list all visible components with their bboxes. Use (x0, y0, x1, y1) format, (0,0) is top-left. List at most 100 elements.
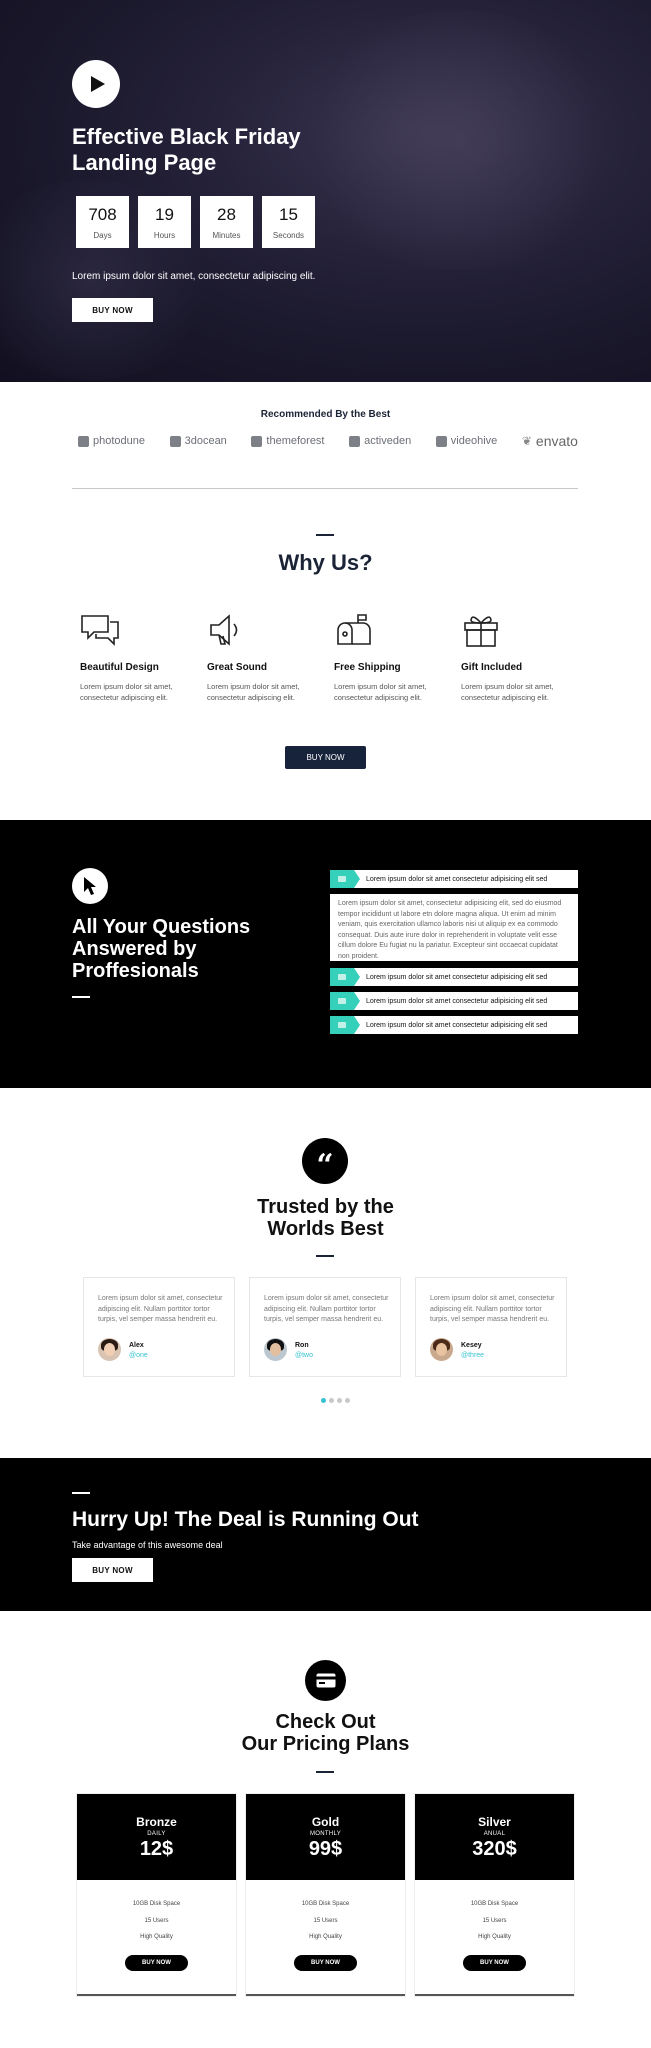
plan-feature: 10GB Disk Space (132, 1901, 181, 1907)
countdown-label: Seconds (272, 230, 305, 240)
avatar (98, 1338, 121, 1361)
testimonial-handle[interactable]: @one (129, 1352, 148, 1359)
pricing-title-line-1: Check Out (275, 1711, 376, 1733)
faq-title: All Your Questions Answered by Proffesio… (72, 916, 251, 982)
faq-tag-icon (330, 968, 360, 986)
play-video-button[interactable] (72, 60, 120, 108)
3docean-logo[interactable]: 3docean (169, 435, 227, 447)
photodune-logo-icon (78, 435, 89, 447)
testimonial-handle[interactable]: @three (461, 1352, 484, 1359)
pricing-title: Check Out Our Pricing Plans (0, 1711, 651, 1755)
chat-bubbles-icon (81, 615, 119, 646)
quote-icon: “ (302, 1138, 348, 1184)
feature-free-shipping: Free Shipping Lorem ipsum dolor sit amet… (334, 612, 444, 703)
testimonials-title: Trusted by the Worlds Best (257, 1196, 394, 1240)
activeden-logo[interactable]: activeden (349, 435, 411, 447)
feature-great-sound: Great Sound Lorem ipsum dolor sit amet, … (207, 612, 317, 703)
activeden-logo-icon (349, 435, 361, 447)
plan-feature: 15 Users (144, 1918, 169, 1924)
testimonial-card: Lorem ipsum dolor sit amet, consectetur … (83, 1277, 235, 1377)
countdown-label: Days (93, 230, 112, 240)
faq-item-3[interactable]: Lorem ipsum dolor sit amet consectetur a… (330, 992, 578, 1010)
faq-item-label: Lorem ipsum dolor sit amet consectetur a… (366, 973, 548, 981)
play-icon (90, 76, 105, 92)
deal-buy-now-button[interactable]: BUY NOW (72, 1558, 153, 1582)
hero-buy-now-button[interactable]: BUY NOW (72, 298, 153, 322)
section-divider (72, 488, 578, 489)
plan-feature: High Quality (478, 1934, 511, 1940)
testimonials-dash (316, 1255, 334, 1257)
plan-price: 320$ (472, 1838, 517, 1860)
testimonial-handle[interactable]: @two (295, 1352, 313, 1359)
faq-item-label: Lorem ipsum dolor sit amet consectetur a… (366, 875, 548, 883)
logo-label: envato (535, 433, 578, 449)
hero-section: Effective Black Friday Landing Page 708 D… (0, 0, 651, 382)
carousel-dot[interactable] (345, 1398, 350, 1403)
logo-label: 3docean (184, 435, 227, 447)
logo-label: photodune (93, 435, 145, 447)
plan-feature: 10GB Disk Space (301, 1901, 350, 1907)
logo-label: activeden (364, 435, 412, 447)
faq-tag-icon (330, 870, 360, 888)
testimonial-text: Lorem ipsum dolor sit amet, consectetur … (430, 1295, 555, 1323)
faq-item-4[interactable]: Lorem ipsum dolor sit amet consectetur a… (330, 1016, 578, 1034)
faq-item-2[interactable]: Lorem ipsum dolor sit amet consectetur a… (330, 968, 578, 986)
testimonial-card: Lorem ipsum dolor sit amet, consectetur … (415, 1277, 567, 1377)
photodune-logo[interactable]: photodune (78, 435, 145, 447)
gift-icon (464, 616, 498, 647)
feature-title: Beautiful Design (80, 662, 159, 673)
faq-item-1-answer: Lorem ipsum dolor sit amet, consectetur … (330, 894, 578, 961)
themeforest-logo[interactable]: themeforest (251, 435, 325, 447)
countdown-minutes: 28 Minutes (200, 196, 253, 248)
plan-period: MONTHLY (310, 1831, 341, 1837)
countdown-hours: 19 Hours (138, 196, 191, 248)
plan-card-gold: Gold MONTHLY 99$ 10GB Disk Space 15 User… (246, 1794, 405, 1996)
faq-item-1[interactable]: Lorem ipsum dolor sit amet consectetur a… (330, 870, 578, 888)
countdown-seconds: 15 Seconds (262, 196, 315, 248)
deal-banner: BUY NOW (0, 1458, 651, 1611)
videohive-logo-icon (435, 435, 447, 447)
testimonial-name: Ron (295, 1342, 309, 1349)
carousel-dot[interactable] (337, 1398, 342, 1403)
why-us-buy-now-button[interactable]: BUY NOW (285, 746, 366, 769)
carousel-dot[interactable] (321, 1398, 326, 1403)
countdown-timer: 708 Days 19 Hours 28 Minutes 15 Seconds (76, 196, 315, 248)
cursor-badge (72, 868, 108, 904)
pricing-title-line-2: Our Pricing Plans (241, 1733, 410, 1755)
plan-buy-now-button[interactable]: BUY NOW (463, 1955, 526, 1971)
faq-dash (72, 996, 90, 998)
deal-dash (72, 1492, 90, 1494)
why-us-title: Why Us? (278, 550, 373, 575)
plan-buy-now-button[interactable]: BUY NOW (294, 1955, 357, 1971)
plan-period: DAILY (147, 1831, 166, 1837)
plan-name: Gold (311, 1815, 340, 1829)
why-us-dash (316, 534, 334, 536)
deal-title: Hurry Up! The Deal is Running Out (72, 1508, 419, 1531)
plan-buy-now-button[interactable]: BUY NOW (125, 1955, 188, 1971)
plan-feature: 15 Users (313, 1918, 338, 1924)
plan-period: ANUAL (483, 1831, 506, 1837)
3docean-logo-icon (169, 435, 181, 447)
countdown-label: Hours (153, 230, 176, 240)
speaker-icon (210, 614, 238, 646)
countdown-value: 708 (88, 204, 117, 224)
carousel-dot[interactable] (329, 1398, 334, 1403)
hero-subtitle: Lorem ipsum dolor sit amet, consectetur … (72, 271, 316, 282)
feature-title: Gift Included (461, 662, 523, 673)
testimonial-name: Alex (129, 1342, 144, 1349)
cursor-icon (84, 877, 96, 895)
feature-text: Lorem ipsum dolor sit amet, consectetur … (207, 682, 300, 702)
envato-logo[interactable]: ❦ envato (522, 433, 578, 449)
countdown-value: 28 (217, 204, 236, 224)
hero-title: Effective Black Friday Landing Page (72, 124, 301, 175)
faq-item-label: Lorem ipsum dolor sit amet consectetur a… (366, 1021, 548, 1029)
partner-logos: photodune 3docean themeforest activeden … (78, 433, 578, 449)
pricing-dash (316, 1771, 334, 1773)
faq-item-label: Lorem ipsum dolor sit amet consectetur a… (366, 997, 548, 1005)
carousel-dots (321, 1398, 350, 1403)
feature-title: Free Shipping (334, 662, 401, 673)
videohive-logo[interactable]: videohive (435, 435, 497, 447)
pricing-badge (305, 1660, 346, 1701)
envato-leaf-icon: ❦ (521, 434, 532, 448)
feature-gift-included: Gift Included Lorem ipsum dolor sit amet… (461, 612, 571, 703)
